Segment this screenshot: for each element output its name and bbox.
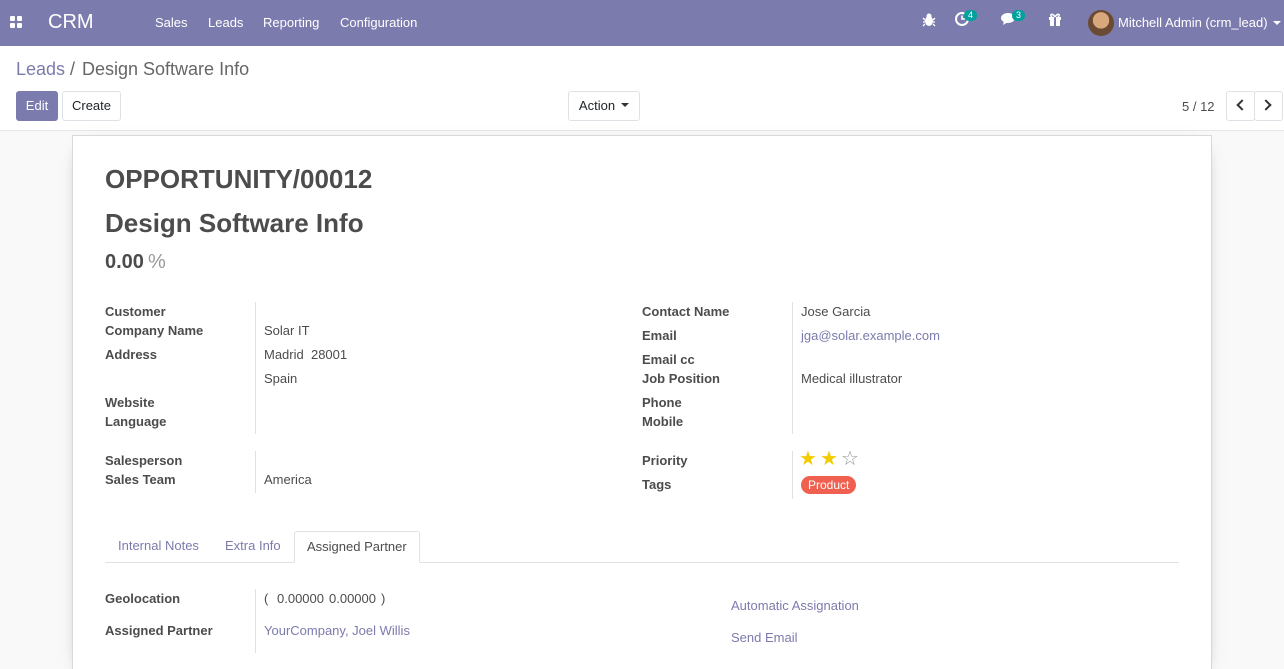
assigned-partner-link[interactable]: YourCompany, Joel Willis — [264, 623, 410, 638]
action-label: Action — [578, 98, 616, 113]
top-navbar: CRM Sales Leads Reporting Configuration … — [0, 0, 1284, 46]
email-cc-label: Email cc — [642, 352, 695, 367]
right-group-divider — [792, 302, 793, 434]
tab-internal-notes[interactable]: Internal Notes — [106, 531, 211, 563]
sales-team-value: America — [264, 472, 312, 487]
company-name-label: Company Name — [105, 323, 204, 338]
debug-bug-icon[interactable] — [922, 12, 936, 31]
job-position-value: Medical illustrator — [801, 371, 903, 386]
action-dropdown-button[interactable]: Action — [568, 91, 640, 121]
contact-name-value: Jose Garcia — [801, 304, 871, 319]
job-position-label: Job Position — [642, 371, 720, 386]
address-country: Spain — [264, 371, 298, 386]
salesperson-label: Salesperson — [105, 453, 183, 468]
breadcrumb-current: Design Software Info — [82, 59, 250, 79]
chevron-right-icon — [1260, 99, 1272, 111]
customer-label: Customer — [105, 304, 166, 319]
email-link[interactable]: jga@solar.example.com — [801, 328, 940, 343]
geolocation-latitude: 0.00000 — [277, 591, 324, 606]
opportunity-name: Design Software Info — [105, 208, 364, 238]
edit-button[interactable]: Edit — [16, 91, 58, 121]
geolocation-close-paren: ) — [381, 591, 386, 606]
assigned-group-divider — [255, 589, 256, 653]
user-menu-caret-icon[interactable] — [1273, 21, 1281, 25]
assigned-partner-label: Assigned Partner — [105, 623, 213, 638]
probability-value: 0.00 — [105, 251, 144, 273]
user-avatar[interactable] — [1088, 10, 1114, 36]
chevron-left-icon — [1236, 99, 1248, 111]
tag-product-badge: Product — [801, 476, 857, 494]
menu-leads[interactable]: Leads — [208, 15, 243, 30]
gift-icon[interactable] — [1048, 12, 1062, 29]
website-label: Website — [105, 395, 155, 410]
left-group-divider — [255, 302, 256, 434]
priority-group-divider — [792, 451, 793, 499]
tab-assigned-partner[interactable]: Assigned Partner — [294, 531, 420, 563]
create-button[interactable]: Create — [62, 91, 121, 121]
apps-menu-icon[interactable] — [10, 16, 22, 28]
breadcrumb-leads[interactable]: Leads — [16, 59, 65, 80]
sales-team-label: Sales Team — [105, 472, 176, 487]
tab-extra-info[interactable]: Extra Info — [213, 531, 293, 563]
send-email-button[interactable]: Send Email — [731, 630, 797, 645]
priority-star-icon[interactable]: ★ — [820, 449, 838, 469]
breadcrumb-separator: / — [70, 59, 76, 79]
address-label: Address — [105, 347, 158, 362]
priority-label: Priority — [642, 453, 688, 468]
caret-down-icon — [621, 103, 630, 108]
geolocation-longitude: 0.00000 — [329, 591, 376, 606]
phone-label: Phone — [642, 395, 682, 410]
language-label: Language — [105, 414, 167, 429]
priority-star-icon[interactable]: ★ — [799, 449, 817, 469]
contact-name-label: Contact Name — [642, 304, 730, 319]
pager-value[interactable]: 5 / 12 — [1182, 99, 1215, 114]
activity-count-badge: 4 — [964, 10, 978, 21]
pager-previous-button[interactable] — [1226, 91, 1255, 121]
geolocation-open-paren: ( — [264, 591, 269, 606]
sales-group-divider — [255, 451, 256, 493]
menu-reporting[interactable]: Reporting — [263, 15, 319, 30]
menu-sales[interactable]: Sales — [155, 15, 188, 30]
tags-label: Tags — [642, 477, 672, 492]
menu-configuration[interactable]: Configuration — [340, 15, 417, 30]
pager-next-button[interactable] — [1254, 91, 1283, 121]
priority-star-icon[interactable]: ☆ — [841, 449, 859, 469]
opportunity-reference: OPPORTUNITY/00012 — [105, 164, 373, 194]
message-count-badge: 3 — [1012, 10, 1026, 21]
automatic-assignation-button[interactable]: Automatic Assignation — [731, 598, 859, 613]
mobile-label: Mobile — [642, 414, 684, 429]
address-city-zip: Madrid 28001 — [264, 347, 348, 362]
email-label: Email — [642, 328, 677, 343]
company-name-value: Solar IT — [264, 323, 310, 338]
activity-clock-icon[interactable]: 4 — [955, 10, 978, 29]
user-menu-name[interactable]: Mitchell Admin (crm_lead) — [1118, 15, 1268, 30]
app-brand[interactable]: CRM — [48, 11, 94, 34]
messaging-chat-icon[interactable]: 3 — [1001, 10, 1026, 29]
probability-unit: % — [148, 251, 166, 273]
geolocation-label: Geolocation — [105, 591, 181, 606]
